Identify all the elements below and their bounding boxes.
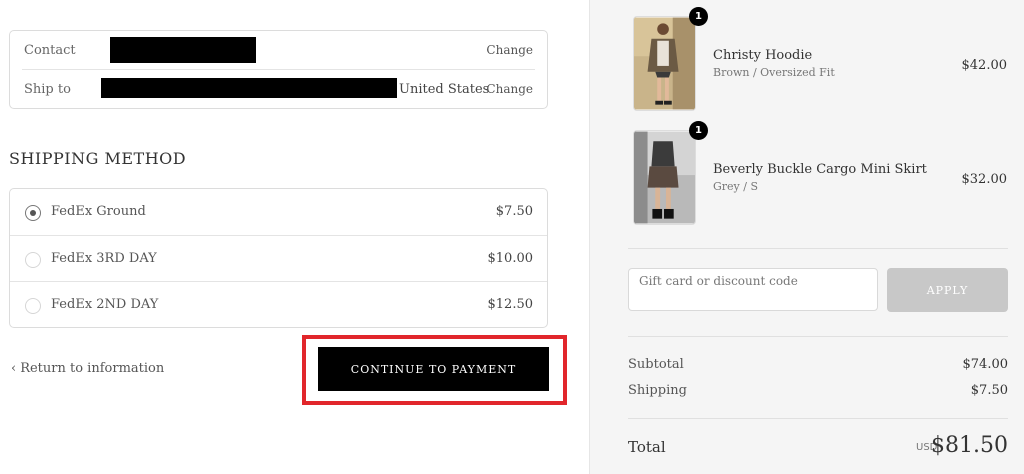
discount-code-input[interactable] (628, 268, 878, 311)
customer-info-box: Contact Change Ship to United States Cha… (9, 30, 548, 109)
quantity-badge: 1 (689, 121, 708, 140)
quantity-badge: 1 (689, 7, 708, 26)
product-name: Christy Hoodie (713, 48, 813, 63)
cart-item: 1 Beverly Buckle Cargo Mini Skirt Grey /… (633, 121, 1023, 225)
radio-unselected-icon[interactable] (25, 298, 41, 314)
shipping-method-title: SHIPPING METHOD (9, 149, 187, 168)
divider (628, 418, 1008, 419)
shipping-options: FedEx Ground $7.50 FedEx 3RD DAY $10.00 … (9, 188, 548, 328)
return-to-information-link[interactable]: ‹ Return to information (11, 361, 164, 376)
subtotal-label: Subtotal (628, 357, 684, 372)
product-variant: Grey / S (713, 180, 759, 193)
return-link-label: Return to information (20, 361, 165, 376)
change-contact-link[interactable]: Change (486, 43, 533, 57)
shipping-option-name: FedEx 2ND DAY (51, 297, 159, 312)
product-price: $32.00 (961, 172, 1008, 187)
total-amount: $81.50 (931, 433, 1008, 458)
redacted-contact (110, 37, 256, 63)
total-label: Total (628, 438, 666, 456)
product-price: $42.00 (961, 58, 1008, 73)
ship-to-row: Ship to United States Change (10, 70, 547, 109)
skirt-photo-icon (634, 131, 695, 224)
shipping-option-name: FedEx 3RD DAY (51, 251, 157, 266)
shipping-option-price: $12.50 (487, 297, 534, 312)
subtotal-row: Subtotal $74.00 (628, 357, 1008, 372)
radio-selected-icon[interactable] (25, 205, 41, 221)
shipping-option-price: $7.50 (495, 204, 533, 219)
shipping-option-name: FedEx Ground (51, 204, 146, 219)
product-variant: Brown / Oversized Fit (713, 66, 835, 79)
product-thumbnail-skirt (633, 130, 696, 225)
redacted-address (101, 78, 397, 98)
shipping-row: Shipping $7.50 (628, 383, 1008, 398)
contact-row: Contact Change (22, 31, 535, 70)
shipping-option-fedex-3rd-day[interactable]: FedEx 3RD DAY $10.00 (10, 235, 547, 281)
ship-to-label: Ship to (24, 82, 71, 97)
product-thumbnail-hoodie (633, 16, 696, 111)
apply-discount-button[interactable]: APPLY (887, 268, 1008, 312)
order-summary: 1 Christy Hoodie Brown / Oversized Fit $… (589, 0, 1024, 474)
chevron-left-icon: ‹ (11, 361, 17, 376)
hoodie-photo-icon (634, 17, 695, 110)
change-ship-to-link[interactable]: Change (486, 82, 533, 96)
shipping-option-price: $10.00 (487, 251, 534, 266)
shipping-option-fedex-ground[interactable]: FedEx Ground $7.50 (10, 189, 547, 235)
shipping-value: $7.50 (970, 383, 1008, 398)
product-name: Beverly Buckle Cargo Mini Skirt (713, 162, 927, 177)
shipping-option-fedex-2nd-day[interactable]: FedEx 2ND DAY $12.50 (10, 281, 547, 327)
divider (628, 248, 1008, 249)
subtotal-value: $74.00 (962, 357, 1009, 372)
cart-item: 1 Christy Hoodie Brown / Oversized Fit $… (633, 7, 1023, 111)
shipping-label: Shipping (628, 383, 687, 398)
divider (628, 336, 1008, 337)
continue-to-payment-button[interactable]: CONTINUE TO PAYMENT (318, 347, 549, 391)
radio-unselected-icon[interactable] (25, 252, 41, 268)
contact-label: Contact (24, 43, 76, 58)
checkout-main: Contact Change Ship to United States Cha… (0, 0, 589, 474)
ship-to-country: United States (399, 82, 490, 97)
